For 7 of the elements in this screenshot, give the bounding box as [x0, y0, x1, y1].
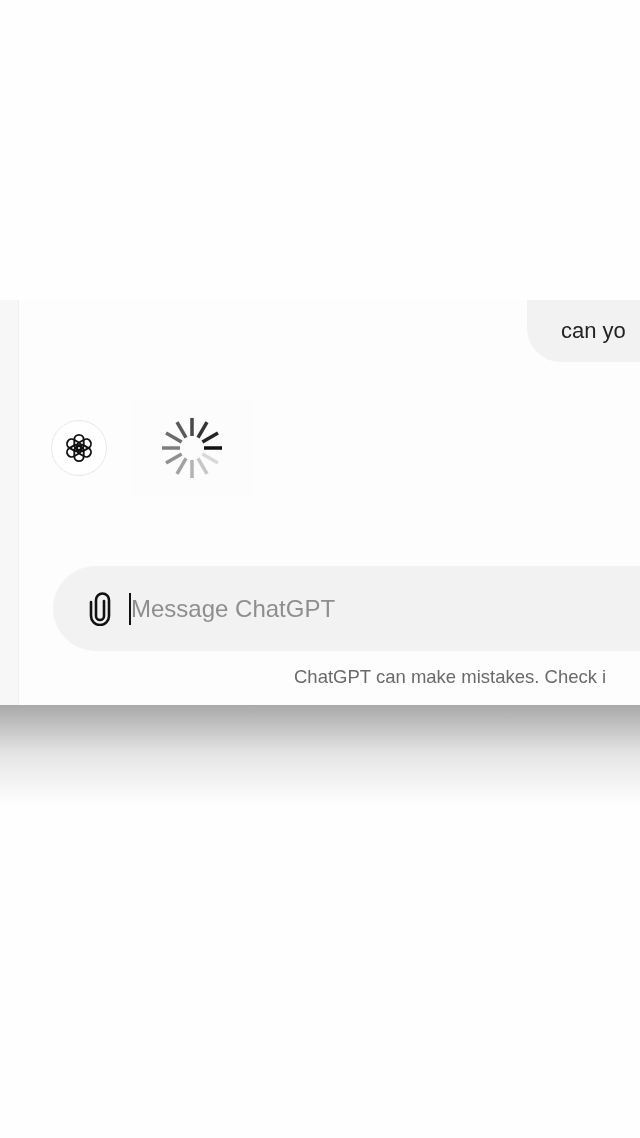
paperclip-icon[interactable]: [87, 591, 113, 626]
message-input[interactable]: Message ChatGPT: [129, 592, 531, 625]
loading-spinner-icon: [160, 415, 224, 480]
message-composer[interactable]: Message ChatGPT: [53, 566, 640, 651]
disclaimer-text: ChatGPT can make mistakes. Check i: [293, 666, 608, 688]
knot-logo-icon: [64, 432, 94, 463]
user-message: can yo: [527, 300, 640, 362]
